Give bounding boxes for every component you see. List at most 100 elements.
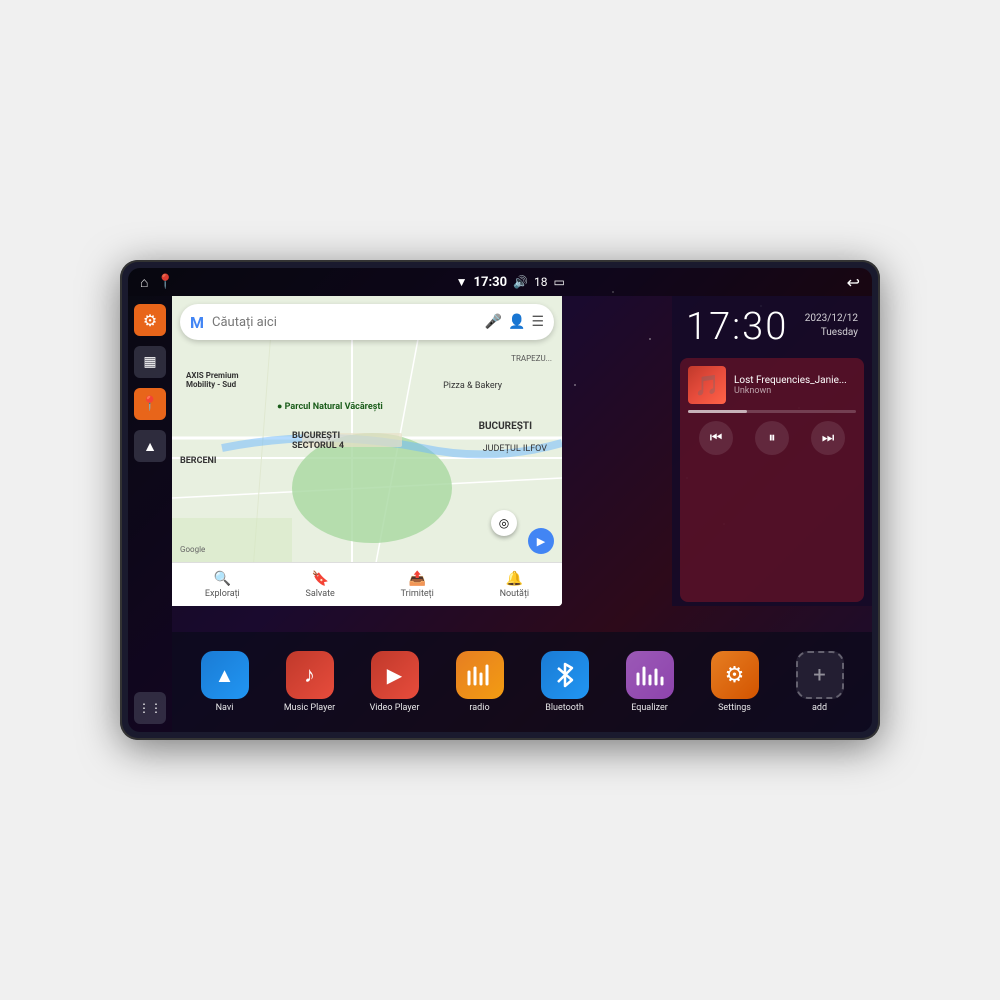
map-google-label: Google <box>180 545 205 554</box>
map-label-trapezu: TRAPEZU... <box>511 354 552 363</box>
sidebar: ⚙ ▦ 📍 ▲ ⋮⋮ <box>128 296 172 732</box>
app-settings[interactable]: ⚙ Settings <box>705 651 765 713</box>
track-details: Lost Frequencies_Janie... Unknown <box>734 375 856 396</box>
music-player-icon: ♪ <box>286 651 334 699</box>
nav-icon: ▲ <box>143 438 157 455</box>
pause-button[interactable]: ⏸ <box>755 421 789 455</box>
status-right: ↩ <box>847 273 860 292</box>
map-tab-news[interactable]: 🔔 Noutăți <box>500 571 530 599</box>
music-player-label: Music Player <box>284 703 335 713</box>
add-icon-wrapper: + <box>796 651 844 699</box>
progress-bar[interactable] <box>688 410 856 413</box>
battery-icon: ▭ <box>554 275 565 289</box>
map-label-axis: AXIS PremiumMobility - Sud <box>186 371 239 389</box>
next-icon: ⏭ <box>822 430 835 446</box>
bluetooth-label: Bluetooth <box>545 703 584 713</box>
status-bar: ⌂ 📍 ▼ 17:30 🔊 18 ▭ ↩ <box>128 268 872 296</box>
navi-icon: ▲ <box>201 651 249 699</box>
music-controls: ⏮ ⏸ ⏭ <box>688 421 856 455</box>
files-icon: ▦ <box>143 354 156 370</box>
bluetooth-icon-wrapper <box>541 651 589 699</box>
map-tab-saved[interactable]: 🔖 Salvate <box>306 571 335 599</box>
sidebar-location-button[interactable]: 📍 <box>134 388 166 420</box>
album-art: 🎵 <box>688 366 726 404</box>
search-actions: 🎤 👤 ☰ <box>485 314 544 330</box>
app-navi[interactable]: ▲ Navi <box>195 651 255 713</box>
status-center: ▼ 17:30 🔊 18 ▭ <box>456 275 565 290</box>
video-player-label: Video Player <box>370 703 420 713</box>
navigate-button[interactable]: ▶ <box>528 528 554 554</box>
settings-icon-wrapper: ⚙ <box>711 651 759 699</box>
sidebar-nav-button[interactable]: ▲ <box>134 430 166 462</box>
app-equalizer[interactable]: Equalizer <box>620 651 680 713</box>
map-search-bar[interactable]: M Căutați aici 🎤 👤 ☰ <box>180 304 554 340</box>
app-music-player[interactable]: ♪ Music Player <box>280 651 340 713</box>
device: ⌂ 📍 ▼ 17:30 🔊 18 ▭ ↩ ⚙ ▦ <box>120 260 880 740</box>
account-button[interactable]: 👤 <box>508 314 525 330</box>
grid-icon: ⋮⋮ <box>138 701 162 715</box>
map-tab-send[interactable]: 📤 Trimiteți <box>401 571 434 599</box>
video-play-icon: ▶ <box>387 663 402 687</box>
next-button[interactable]: ⏭ <box>811 421 845 455</box>
google-maps-icon: M <box>190 313 204 332</box>
status-left: ⌂ 📍 <box>140 274 174 291</box>
search-placeholder: Căutați aici <box>212 315 477 330</box>
send-label: Trimiteți <box>401 589 434 599</box>
equalizer-icon-wrapper <box>626 651 674 699</box>
settings-icon: ⚙ <box>143 311 157 330</box>
app-add[interactable]: + add <box>790 651 850 713</box>
app-grid: ▲ Navi ♪ Music Player ▶ Video Player <box>172 632 872 732</box>
map-label-pizza: Pizza & Bakery <box>443 381 502 391</box>
saved-label: Salvate <box>306 589 335 599</box>
radio-icon <box>456 651 504 699</box>
video-player-icon: ▶ <box>371 651 419 699</box>
prev-icon: ⏮ <box>710 430 723 446</box>
clock-date: 2023/12/12 Tuesday <box>805 312 858 340</box>
explore-icon: 🔍 <box>214 571 231 587</box>
track-info: 🎵 Lost Frequencies_Janie... Unknown <box>688 366 856 404</box>
map-tab-explore[interactable]: 🔍 Explorați <box>205 571 240 599</box>
screen: ⌂ 📍 ▼ 17:30 🔊 18 ▭ ↩ ⚙ ▦ <box>128 268 872 732</box>
pause-icon: ⏸ <box>769 430 776 446</box>
map-label-jud: JUDEȚUL ILFOV <box>483 444 547 454</box>
map-background: M Căutați aici 🎤 👤 ☰ AXIS PremiumMobilit… <box>172 296 562 606</box>
send-icon: 📤 <box>409 571 426 587</box>
prev-button[interactable]: ⏮ <box>699 421 733 455</box>
menu-button[interactable]: ☰ <box>531 314 544 330</box>
volume-icon: 🔊 <box>513 275 528 289</box>
radio-waves-icon <box>467 664 493 686</box>
maps-icon[interactable]: 📍 <box>156 274 173 290</box>
equalizer-label: Equalizer <box>631 703 668 713</box>
location-dot-icon: ◎ <box>499 516 509 530</box>
map-label-berceni: BERCENI <box>180 456 217 466</box>
mic-button[interactable]: 🎤 <box>485 314 502 330</box>
bluetooth-icon <box>555 662 575 688</box>
saved-icon: 🔖 <box>311 571 328 587</box>
app-video-player[interactable]: ▶ Video Player <box>365 651 425 713</box>
news-icon: 🔔 <box>506 571 523 587</box>
location-button[interactable]: ◎ <box>491 510 517 536</box>
settings-label: Settings <box>718 703 751 713</box>
album-art-image: 🎵 <box>688 366 726 404</box>
battery-level: 18 <box>534 275 548 289</box>
sidebar-settings-button[interactable]: ⚙ <box>134 304 166 336</box>
right-panel: 17:30 2023/12/12 Tuesday 🎵 Lost Frequenc… <box>672 296 872 606</box>
navi-arrow-icon: ▲ <box>215 663 235 688</box>
sidebar-grid-button[interactable]: ⋮⋮ <box>134 692 166 724</box>
news-label: Noutăți <box>500 589 530 599</box>
map-label-sector4: BUCUREȘTISECTORUL 4 <box>292 431 344 451</box>
clock-display: 17:30 <box>686 308 788 346</box>
progress-fill <box>688 410 747 413</box>
back-icon[interactable]: ↩ <box>847 273 860 292</box>
home-icon[interactable]: ⌂ <box>140 274 148 291</box>
wifi-icon: ▼ <box>456 275 468 289</box>
music-note-icon: ♪ <box>304 662 315 688</box>
sidebar-files-button[interactable]: ▦ <box>134 346 166 378</box>
app-radio[interactable]: radio <box>450 651 510 713</box>
add-label: add <box>812 703 827 713</box>
clock-area: 17:30 2023/12/12 Tuesday <box>672 296 872 354</box>
add-plus-icon: + <box>813 663 825 688</box>
main-content: ⚙ ▦ 📍 ▲ ⋮⋮ <box>128 296 872 732</box>
navi-label: Navi <box>216 703 234 713</box>
app-bluetooth[interactable]: Bluetooth <box>535 651 595 713</box>
